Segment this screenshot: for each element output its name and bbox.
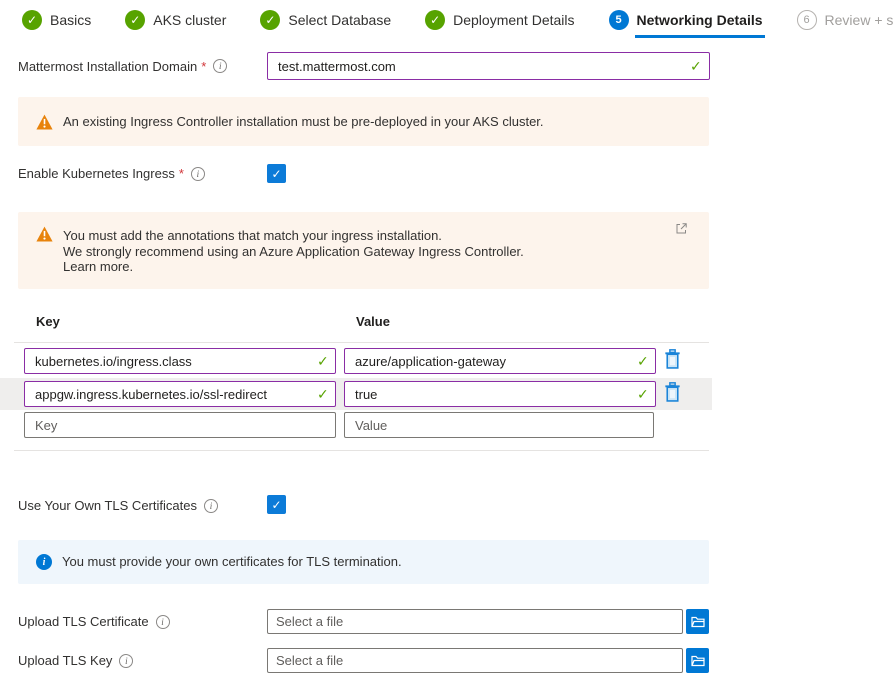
warning-icon [36,226,53,242]
checkbox-check-icon: ✓ [271,167,281,181]
step-complete-icon: ✓ [425,10,445,30]
tls-checkbox[interactable]: ✓ [267,495,286,514]
warning-text: An existing Ingress Controller installat… [63,114,544,130]
info-text: You must provide your own certificates f… [62,554,402,570]
annotation-value-input[interactable] [344,348,656,374]
tab-label: Review + submit [825,12,894,28]
upload-key-input[interactable] [267,648,683,673]
upload-cert-label: Upload TLS Certificate i [18,609,170,634]
tab-label: Networking Details [637,12,763,28]
required-asterisk: * [201,59,206,74]
step-complete-icon: ✓ [260,10,280,30]
enable-ingress-label-text: Enable Kubernetes Ingress [18,166,175,181]
browse-file-button[interactable] [686,648,709,673]
required-asterisk: * [179,166,184,181]
step-complete-icon: ✓ [22,10,42,30]
tab-select-database[interactable]: ✓ Select Database [260,10,391,30]
info-icon[interactable]: i [204,499,218,513]
info-filled-icon: i [36,554,52,570]
info-banner-tls: i You must provide your own certificates… [18,540,709,584]
tab-review-submit[interactable]: 6 Review + submit [797,10,894,30]
enable-ingress-label: Enable Kubernetes Ingress * i [18,164,205,183]
tab-label: Select Database [288,12,391,28]
upload-key-label-text: Upload TLS Key [18,653,112,668]
tab-basics[interactable]: ✓ Basics [22,10,91,30]
warning-icon [36,114,53,130]
wizard-steps: ✓ Basics ✓ AKS cluster ✓ Select Database… [22,10,894,30]
tab-label: AKS cluster [153,12,226,28]
domain-input[interactable] [267,52,710,80]
value-column-header: Value [356,314,390,329]
key-column-header: Key [36,314,60,329]
annotation-value-input-empty[interactable] [344,412,654,438]
warning-line-2: We strongly recommend using an Azure App… [63,244,524,260]
annotation-key-input[interactable] [24,348,336,374]
browse-file-button[interactable] [686,609,709,634]
popout-icon[interactable] [676,222,687,237]
grid-divider [14,450,709,451]
domain-label: Mattermost Installation Domain * i [18,52,227,80]
info-icon[interactable]: i [213,59,227,73]
enable-ingress-checkbox[interactable]: ✓ [267,164,286,183]
tls-label-text: Use Your Own TLS Certificates [18,498,197,513]
tls-label: Use Your Own TLS Certificates i [18,496,218,515]
tab-aks-cluster[interactable]: ✓ AKS cluster [125,10,226,30]
delete-row-button[interactable] [662,382,682,404]
annotation-key-input-empty[interactable] [24,412,336,438]
grid-divider [14,342,709,343]
learn-more-link[interactable]: Learn more. [63,259,524,275]
step-number-icon: 6 [797,10,817,30]
delete-row-button[interactable] [662,349,682,371]
upload-cert-input[interactable] [267,609,683,634]
checkbox-check-icon: ✓ [271,498,281,512]
tab-networking-details[interactable]: 5 Networking Details [609,10,763,30]
annotation-key-input[interactable] [24,381,336,407]
warning-banner-annotations: You must add the annotations that match … [18,212,709,289]
upload-cert-label-text: Upload TLS Certificate [18,614,149,629]
step-number-icon: 5 [609,10,629,30]
step-complete-icon: ✓ [125,10,145,30]
domain-label-text: Mattermost Installation Domain [18,59,197,74]
annotation-value-input[interactable] [344,381,656,407]
info-icon[interactable]: i [119,654,133,668]
info-icon[interactable]: i [156,615,170,629]
warning-line-1: You must add the annotations that match … [63,228,524,244]
tab-label: Basics [50,12,91,28]
info-icon[interactable]: i [191,167,205,181]
upload-key-label: Upload TLS Key i [18,648,133,673]
tab-deployment-details[interactable]: ✓ Deployment Details [425,10,574,30]
tab-label: Deployment Details [453,12,574,28]
warning-banner-ingress-controller: An existing Ingress Controller installat… [18,97,709,146]
networking-details-page: ✓ Basics ✓ AKS cluster ✓ Select Database… [0,0,894,696]
